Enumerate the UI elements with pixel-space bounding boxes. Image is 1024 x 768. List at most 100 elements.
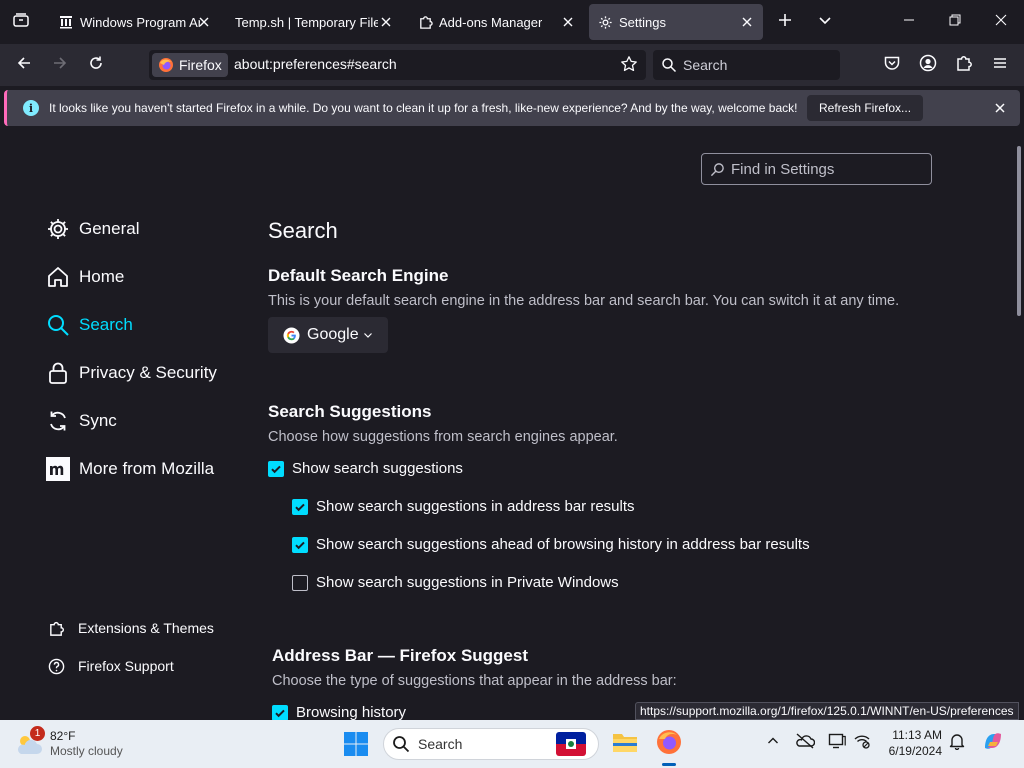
show-hidden-icons-button[interactable]: [762, 732, 784, 754]
suggestions-ahead-of-history-checkbox[interactable]: Show search suggestions ahead of browsin…: [292, 536, 810, 553]
sidebar-item-sync[interactable]: Sync: [46, 407, 117, 435]
tab-addons-manager[interactable]: Add-ons Manager: [408, 4, 584, 40]
checkmark-icon: [292, 536, 308, 553]
bookmark-star-icon[interactable]: [620, 55, 638, 78]
sidebar-item-label: General: [79, 219, 140, 238]
search-icon: [46, 313, 70, 337]
folder-icon: [612, 731, 638, 758]
default-engine-select[interactable]: Google: [268, 317, 388, 353]
url-bar[interactable]: Firefox about:preferences#search: [149, 50, 646, 80]
find-placeholder: Find in Settings: [731, 160, 835, 178]
suggestions-in-private-windows-checkbox[interactable]: Show search suggestions in Private Windo…: [292, 574, 619, 591]
close-tab-icon[interactable]: [196, 14, 212, 30]
checkbox-label: Show search suggestions in address bar r…: [316, 498, 635, 515]
close-icon[interactable]: [992, 100, 1008, 116]
page-title: Search: [268, 218, 338, 243]
search-bar[interactable]: Search: [653, 50, 840, 80]
firefox-support-link[interactable]: Firefox Support: [47, 655, 174, 677]
checkbox-label: Show search suggestions in Private Windo…: [316, 574, 619, 591]
home-icon: [46, 265, 70, 289]
reload-icon: [88, 55, 104, 76]
taskbar-clock[interactable]: 11:13 AM 6/19/2024: [878, 727, 942, 759]
taskbar-search-box[interactable]: Search: [383, 728, 599, 760]
extensions-button[interactable]: [948, 49, 980, 81]
notification-bar: i It looks like you haven't started Fire…: [4, 90, 1020, 126]
search-suggestions-heading: Search Suggestions: [268, 402, 432, 421]
account-button[interactable]: [912, 49, 944, 81]
search-placeholder: Search: [683, 57, 728, 73]
close-tab-icon[interactable]: [378, 14, 394, 30]
notifications-button[interactable]: [946, 732, 968, 754]
clock-date: 6/19/2024: [888, 744, 942, 758]
tab-windows-program-archive[interactable]: Windows Program Arc: [50, 4, 220, 40]
sidebar-item-privacy-security[interactable]: Privacy & Security: [46, 359, 217, 387]
chevron-down-icon: [363, 330, 373, 340]
tab-title: Settings: [619, 14, 666, 30]
cloud-offline-icon: [795, 732, 816, 754]
hamburger-menu-icon: [992, 55, 1008, 76]
app-menu-button[interactable]: [984, 49, 1016, 81]
firefox-taskbar-button[interactable]: [653, 728, 685, 760]
checkbox-label: Show search suggestions ahead of browsin…: [316, 536, 810, 553]
pocket-button[interactable]: [876, 49, 908, 81]
search-suggestions-description: Choose how suggestions from search engin…: [268, 429, 618, 445]
close-tab-icon[interactable]: [739, 14, 755, 30]
tab-settings[interactable]: Settings: [589, 4, 763, 40]
tab-title: Windows Program Arc: [80, 14, 200, 30]
tab-temp-sh[interactable]: Temp.sh | Temporary File U: [226, 4, 402, 40]
minimize-button[interactable]: [886, 0, 932, 44]
pocket-icon: [883, 54, 901, 77]
help-icon: [47, 657, 65, 675]
restore-button[interactable]: [932, 0, 978, 44]
weather-widget[interactable]: 1 82°F Mostly cloudy: [14, 726, 123, 762]
clock-time: 11:13 AM: [892, 728, 942, 742]
back-button[interactable]: [8, 49, 40, 81]
start-button[interactable]: [343, 731, 369, 757]
restore-icon: [949, 13, 961, 31]
extensions-themes-link[interactable]: Extensions & Themes: [47, 617, 214, 639]
forward-button[interactable]: [44, 49, 76, 81]
puzzle-icon: [47, 619, 65, 637]
google-logo-icon: [283, 326, 300, 344]
default-engine-description: This is your default search engine in th…: [268, 293, 900, 309]
list-all-tabs-button[interactable]: [0, 0, 42, 44]
empty-checkbox-icon: [292, 574, 308, 591]
display-tray-button[interactable]: [826, 732, 848, 754]
onedrive-tray-button[interactable]: [794, 732, 816, 754]
address-bar-description: Choose the type of suggestions that appe…: [272, 673, 677, 689]
network-icon: [853, 732, 871, 755]
identity-box[interactable]: Firefox: [152, 53, 228, 77]
weather-description: Mostly cloudy: [50, 744, 123, 758]
close-window-button[interactable]: [978, 0, 1024, 44]
close-tab-icon[interactable]: [560, 14, 576, 30]
checkmark-icon: [272, 704, 288, 721]
cloud-icon: 1: [14, 726, 45, 756]
sidebar-item-label: Sync: [79, 411, 117, 430]
sidebar-item-home[interactable]: Home: [46, 263, 124, 291]
copilot-button[interactable]: [980, 730, 1006, 756]
sidebar-item-more-from-mozilla[interactable]: More from Mozilla: [46, 455, 214, 483]
reload-button[interactable]: [80, 49, 112, 81]
tab-title: Temp.sh | Temporary File U: [235, 14, 378, 30]
notification-badge: 1: [30, 726, 45, 741]
search-highlight-image: [556, 732, 586, 756]
sidebar-item-search[interactable]: Search: [46, 311, 133, 339]
windows-taskbar: 1 82°F Mostly cloudy Search 11:13 AM 6/1…: [0, 720, 1024, 768]
show-search-suggestions-checkbox[interactable]: Show search suggestions: [268, 460, 463, 477]
default-engine-heading: Default Search Engine: [268, 266, 449, 285]
scrollbar-thumb[interactable]: [1017, 146, 1021, 316]
sidebar-item-general[interactable]: General: [46, 215, 139, 243]
tab-title: Add-ons Manager: [439, 14, 543, 30]
find-in-settings-input[interactable]: Find in Settings: [701, 153, 932, 185]
file-explorer-button[interactable]: [609, 728, 641, 760]
network-tray-button[interactable]: [851, 732, 873, 754]
browsing-history-checkbox[interactable]: Browsing history: [272, 704, 406, 721]
minimize-icon: [903, 13, 915, 31]
windows-logo-icon: [343, 732, 369, 761]
info-icon: i: [23, 100, 39, 116]
checkbox-label: Show search suggestions: [292, 460, 463, 477]
new-tab-button[interactable]: [769, 6, 801, 38]
suggestions-in-address-bar-checkbox[interactable]: Show search suggestions in address bar r…: [292, 498, 635, 515]
tab-overflow-button[interactable]: [809, 6, 841, 38]
refresh-firefox-button[interactable]: Refresh Firefox...: [807, 95, 924, 121]
